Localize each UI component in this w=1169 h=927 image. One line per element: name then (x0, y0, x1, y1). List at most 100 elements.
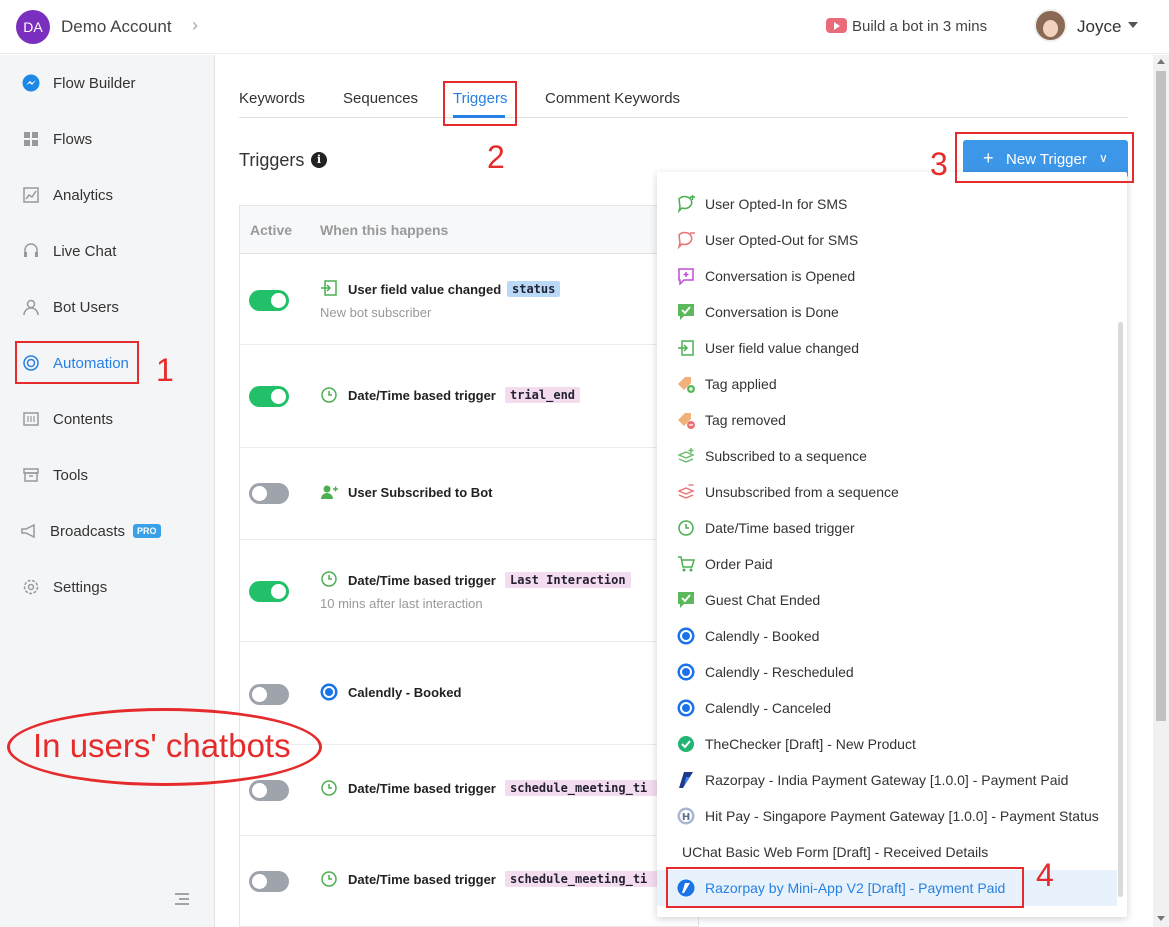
clock-icon (321, 871, 337, 887)
sequence-unsubscribe-icon (677, 484, 695, 499)
contents-icon (23, 412, 39, 426)
account-name[interactable]: Demo Account (61, 17, 172, 37)
calendly-icon (677, 627, 695, 645)
trigger-title: User Subscribed to Bot (348, 485, 493, 500)
active-toggle[interactable] (249, 780, 289, 801)
menu-item-label: Razorpay - India Payment Gateway [1.0.0]… (705, 772, 1069, 788)
menu-item-thechecker[interactable]: TheChecker [Draft] - New Product (657, 726, 1117, 762)
youtube-icon[interactable] (826, 18, 847, 33)
info-icon[interactable]: i (311, 152, 327, 168)
menu-item-conversation-opened[interactable]: Conversation is Opened (657, 258, 1117, 294)
top-bar: DA Demo Account › Build a bot in 3 mins … (0, 0, 1169, 54)
table-row[interactable]: User field value changed status New bot … (240, 254, 698, 345)
annotation-number-3: 3 (930, 146, 948, 182)
active-toggle[interactable] (249, 386, 289, 407)
field-tag: trial_end (505, 387, 581, 403)
menu-item-guest-chat-ended[interactable]: Guest Chat Ended (657, 582, 1117, 618)
annotation-number-1: 1 (156, 352, 174, 388)
menu-item-conversation-done[interactable]: Conversation is Done (657, 294, 1117, 330)
sidebar-item-flow-builder[interactable]: Flow Builder (0, 63, 215, 103)
sidebar-item-bot-users[interactable]: Bot Users (0, 287, 215, 327)
active-toggle[interactable] (249, 290, 289, 311)
menu-item-order-paid[interactable]: Order Paid (657, 546, 1117, 582)
scroll-down-icon[interactable] (1157, 916, 1165, 921)
sidebar-item-flows[interactable]: Flows (0, 119, 215, 159)
menu-item-unsubscribed-sequence[interactable]: Unsubscribed from a sequence (657, 474, 1117, 510)
menu-item-user-field-changed[interactable]: User field value changed (657, 330, 1117, 366)
menu-item-hitpay[interactable]: H Hit Pay - Singapore Payment Gateway [1… (657, 798, 1117, 834)
clock-icon (321, 780, 337, 796)
caret-down-icon[interactable] (1128, 22, 1138, 28)
sidebar-item-tools[interactable]: Tools (0, 455, 215, 495)
svg-text:H: H (682, 812, 690, 823)
active-toggle[interactable] (249, 871, 289, 892)
messenger-icon (22, 74, 40, 92)
build-bot-video-link[interactable]: Build a bot in 3 mins (852, 18, 987, 35)
table-row[interactable]: User Subscribed to Bot (240, 448, 698, 540)
menu-item-datetime-trigger[interactable]: Date/Time based trigger (657, 510, 1117, 546)
menu-item-label: Calendly - Canceled (705, 700, 832, 716)
tab-comment-keywords[interactable]: Comment Keywords (545, 90, 680, 107)
menu-item-label: User Opted-Out for SMS (705, 232, 859, 248)
conversation-opened-icon (678, 268, 694, 285)
chevron-right-icon[interactable]: › (192, 15, 198, 36)
tab-sequences[interactable]: Sequences (343, 90, 418, 107)
user-field-icon (321, 280, 337, 296)
menu-item-label: Tag applied (705, 376, 777, 392)
page-title: Triggers (239, 150, 305, 170)
page-scrollbar[interactable] (1153, 55, 1169, 927)
sidebar-item-live-chat[interactable]: Live Chat (0, 231, 215, 271)
menu-item-subscribed-sequence[interactable]: Subscribed to a sequence (657, 438, 1117, 474)
table-row[interactable]: Calendly - Booked (240, 642, 698, 745)
menu-item-tag-removed[interactable]: Tag removed (657, 402, 1117, 438)
user-name[interactable]: Joyce (1077, 17, 1121, 37)
sidebar-item-settings[interactable]: Settings (0, 567, 215, 607)
menu-item-tag-applied[interactable]: Tag applied (657, 366, 1117, 402)
annotation-box-razorpay (666, 867, 1024, 908)
menu-item-calendly-canceled[interactable]: Calendly - Canceled (657, 690, 1117, 726)
menu-item-razorpay-india[interactable]: Razorpay - India Payment Gateway [1.0.0]… (657, 762, 1117, 798)
sms-opt-out-icon (677, 231, 695, 249)
active-toggle[interactable] (249, 684, 289, 705)
tab-keywords[interactable]: Keywords (239, 90, 305, 107)
menu-item-calendly-rescheduled[interactable]: Calendly - Rescheduled (657, 654, 1117, 690)
menu-item-label: Unsubscribed from a sequence (705, 484, 899, 500)
annotation-box-triggers (443, 81, 517, 126)
user-avatar[interactable] (1034, 9, 1067, 42)
sidebar-item-broadcasts[interactable]: Broadcasts PRO (0, 511, 215, 551)
sidebar-item-label: Contents (53, 410, 114, 428)
menu-scrollbar[interactable] (1118, 322, 1123, 897)
menu-item-label: Hit Pay - Singapore Payment Gateway [1.0… (705, 808, 1099, 824)
menu-item-label: Date/Time based trigger (705, 520, 855, 536)
scroll-up-icon[interactable] (1157, 59, 1165, 64)
menu-item-label: Conversation is Done (705, 304, 839, 320)
sequence-subscribe-icon (677, 448, 695, 463)
annotation-box-automation (15, 341, 139, 384)
menu-item-label: User field value changed (705, 340, 860, 356)
account-avatar[interactable]: DA (16, 10, 50, 44)
chat-done-icon (678, 592, 694, 608)
sidebar-item-contents[interactable]: Contents (0, 399, 215, 439)
menu-item-label: UChat Basic Web Form [Draft] - Received … (682, 844, 989, 860)
menu-item-label: Tag removed (705, 412, 786, 428)
collapse-menu-icon[interactable] (175, 893, 189, 905)
sidebar-item-analytics[interactable]: Analytics (0, 175, 215, 215)
active-toggle[interactable] (249, 581, 289, 602)
menu-item-sms-opt-out[interactable]: User Opted-Out for SMS (657, 222, 1117, 258)
calendly-icon (320, 683, 338, 701)
archive-icon (23, 468, 39, 482)
check-circle-icon (678, 736, 694, 752)
annotation-box-new-trigger (955, 132, 1134, 183)
add-user-icon (321, 485, 338, 499)
table-row[interactable]: Date/Time based trigger schedule_meeting… (240, 836, 698, 927)
table-row[interactable]: Date/Time based trigger Last Interaction… (240, 540, 698, 642)
menu-item-sms-opt-in[interactable]: User Opted-In for SMS (657, 186, 1117, 222)
triggers-table: Active When this happens User field valu… (239, 205, 699, 927)
menu-item-calendly-booked[interactable]: Calendly - Booked (657, 618, 1117, 654)
tabs-divider (239, 117, 1128, 118)
scrollbar-thumb[interactable] (1156, 71, 1166, 721)
razorpay-icon (679, 772, 693, 788)
active-toggle[interactable] (249, 483, 289, 504)
calendly-icon (677, 663, 695, 681)
table-row[interactable]: Date/Time based trigger trial_end (240, 345, 698, 448)
